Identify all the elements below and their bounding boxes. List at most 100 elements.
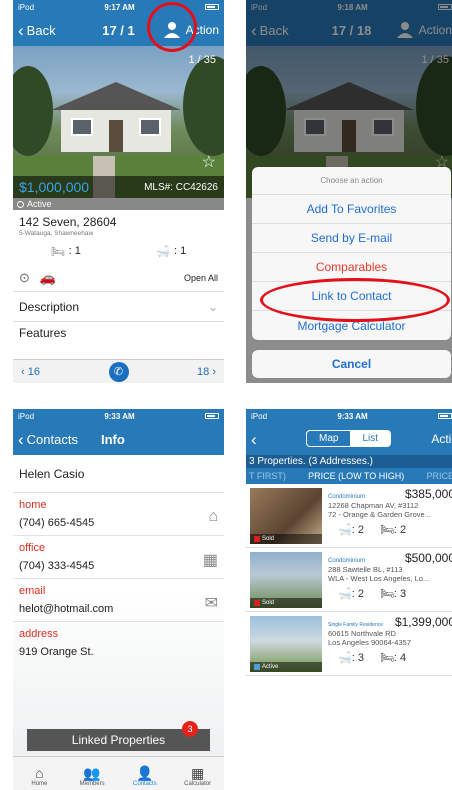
status-badge: Active xyxy=(13,198,224,210)
listing-thumbnail: Sold xyxy=(250,488,322,544)
header: iPod 9:33 AM ‹ Map List Actio xyxy=(246,409,452,455)
price-bar: $1,000,000 MLS#: CC42626 xyxy=(13,176,224,198)
previous-button[interactable]: ‹ 16 xyxy=(21,366,40,378)
address-line1: 12268 Chapman AV, #3112 xyxy=(328,501,419,510)
list-tab[interactable]: List xyxy=(350,431,391,446)
back-button[interactable]: ‹ Back xyxy=(18,22,56,39)
open-all-link[interactable]: Open All xyxy=(184,273,218,283)
chevron-left-icon: ‹ xyxy=(18,429,24,449)
back-label: Contacts xyxy=(26,431,78,447)
bathtub-icon: 🛁 xyxy=(338,524,352,536)
map-row: ⊙ 🚗 Open All xyxy=(13,265,224,291)
car-icon[interactable]: 🚗 xyxy=(40,270,56,286)
baths-value: : 3 xyxy=(351,652,364,664)
header: iPod 9:33 AM ‹ Contacts Info xyxy=(13,409,224,455)
address-line2: 72 - Orange & Garden Grove... xyxy=(328,510,431,519)
tab-calculator[interactable]: ▦ Calculator xyxy=(173,757,223,790)
address-field[interactable]: address 919 Orange St. xyxy=(13,622,224,664)
email-field[interactable]: email helot@hotmail.com ✉ xyxy=(13,579,224,622)
bathtub-icon: 🛁 xyxy=(338,652,352,664)
sort-bar: T FIRST) PRICE (LOW TO HIGH) PRICE xyxy=(246,468,452,484)
tab-bar: ⌂ Home 👥 Members 👤 Contacts ▦ Calculator xyxy=(13,756,224,790)
list-item[interactable]: Sold Condominium $500,000 288 Sawtelle BL… xyxy=(246,548,452,612)
features-section[interactable]: Features xyxy=(13,321,224,339)
property-photo[interactable]: 1 / 35 ☆ $1,000,000 MLS#: CC42626 xyxy=(13,46,224,198)
bed-icon: 🛏 xyxy=(50,245,65,258)
battery-icon xyxy=(438,412,452,421)
address-block: 142 Seven, 28604 5-Watauga, Shawneehaw xyxy=(13,210,224,237)
baths-value: : 2 xyxy=(351,588,364,600)
listing-price: $385,000 xyxy=(404,487,452,501)
beds-value: : 3 xyxy=(393,588,407,600)
sort-option-right[interactable]: PRICE xyxy=(426,471,452,481)
property-list-screen: iPod 9:33 AM ‹ Map List Actio 3 Properti… xyxy=(246,409,452,790)
favorite-star-icon[interactable]: ☆ xyxy=(202,152,216,172)
send-email-button[interactable]: Send by E-mail xyxy=(252,224,451,253)
listing-thumbnail: Sold xyxy=(250,552,322,608)
office-building-icon[interactable]: ▦ xyxy=(203,550,218,570)
nav-bar: ‹ Contacts Info xyxy=(13,423,224,455)
device-label: iPod xyxy=(18,411,35,421)
beds-value: : 2 xyxy=(393,524,407,536)
property-type: Condominium xyxy=(328,494,366,500)
bathtub-icon: 🛁 xyxy=(156,245,171,258)
description-label: Description xyxy=(19,299,80,314)
add-to-favorites-button[interactable]: Add To Favorites xyxy=(252,195,451,224)
house-icon: ⌂ xyxy=(35,765,44,781)
chevron-left-icon: ‹ xyxy=(18,20,24,40)
linked-properties-button[interactable]: Linked Properties 3 xyxy=(27,721,210,751)
beds-feature: 🛏: 1 xyxy=(51,245,81,258)
sort-option-active[interactable]: PRICE (LOW TO HIGH) xyxy=(308,471,404,481)
field-label: home xyxy=(19,499,47,511)
mls-number: MLS#: CC42626 xyxy=(144,181,218,193)
battery-icon xyxy=(205,3,219,12)
property-type: Single Family Residence xyxy=(328,622,384,628)
tab-home[interactable]: ⌂ Home xyxy=(14,757,64,790)
photo-counter: 1 / 35 xyxy=(188,54,216,66)
back-button[interactable]: ‹ xyxy=(251,431,257,448)
features-label: Features xyxy=(19,326,67,339)
tab-label: Home xyxy=(31,781,48,787)
linked-properties-label: Linked Properties xyxy=(71,733,166,747)
status-tag: Sold xyxy=(250,534,322,544)
envelope-icon[interactable]: ✉ xyxy=(205,593,218,613)
home-field[interactable]: home (704) 665-4545 ⌂ xyxy=(13,493,224,536)
baths-feature: 🛁: 1 xyxy=(156,245,186,258)
address-line2: 5-Watauga, Shawneehaw xyxy=(19,230,94,237)
status-tag: Sold xyxy=(250,598,322,608)
result-summary: 3 Properties. (3 Addresses.) xyxy=(246,455,452,468)
next-button[interactable]: 18 › xyxy=(197,366,216,378)
office-field[interactable]: office (704) 333-4545 ▦ xyxy=(13,536,224,579)
bed-icon: 🛏 xyxy=(379,588,394,600)
listing-meta: Single Family Residence $1,399,000 60615 … xyxy=(328,615,452,664)
field-value: (704) 333-4545 xyxy=(19,560,95,572)
list-item[interactable]: Active Single Family Residence $1,399,000… xyxy=(246,612,452,676)
cancel-button[interactable]: Cancel xyxy=(252,350,451,378)
field-value: helot@hotmail.com xyxy=(19,603,114,615)
list-item[interactable]: Sold Condominium $385,000 12268 Chapman A… xyxy=(246,484,452,548)
chevron-down-icon: ⌄ xyxy=(207,299,218,314)
map-tab[interactable]: Map xyxy=(307,431,350,446)
action-button[interactable]: Actio xyxy=(431,432,452,446)
status-text: Sold xyxy=(262,536,275,542)
phone-icon[interactable]: ✆ xyxy=(108,361,129,382)
field-label: address xyxy=(19,628,59,640)
field-label: office xyxy=(19,542,46,554)
house-image xyxy=(51,82,181,152)
location-pin-icon[interactable]: ⊙ xyxy=(19,270,30,286)
description-section[interactable]: Description ⌄ xyxy=(13,291,224,321)
battery-icon xyxy=(205,412,219,421)
count-badge: 3 xyxy=(182,721,198,737)
home-icon[interactable]: ⌂ xyxy=(208,508,218,526)
listing-meta: Condominium $500,000 288 Sawtelle BL, #11… xyxy=(328,551,452,600)
action-sheet-screen: iPod 9:18 AM ‹ Back 17 / 18 Action 1 / 35… xyxy=(246,0,452,383)
property-detail-screen: iPod 9:17 AM ‹ Back 17 / 1 Action 1 / 35 … xyxy=(13,0,224,383)
tab-contacts[interactable]: 👤 Contacts xyxy=(120,757,170,790)
tab-members[interactable]: 👥 Members xyxy=(67,757,117,790)
back-button[interactable]: ‹ Contacts xyxy=(18,431,78,448)
tree-left xyxy=(13,66,53,156)
address-line1: 60615 Northvale RD xyxy=(328,629,396,638)
view-toggle: Map List xyxy=(306,430,392,447)
device-label: iPod xyxy=(18,2,35,12)
sort-option-left[interactable]: T FIRST) xyxy=(249,471,286,481)
